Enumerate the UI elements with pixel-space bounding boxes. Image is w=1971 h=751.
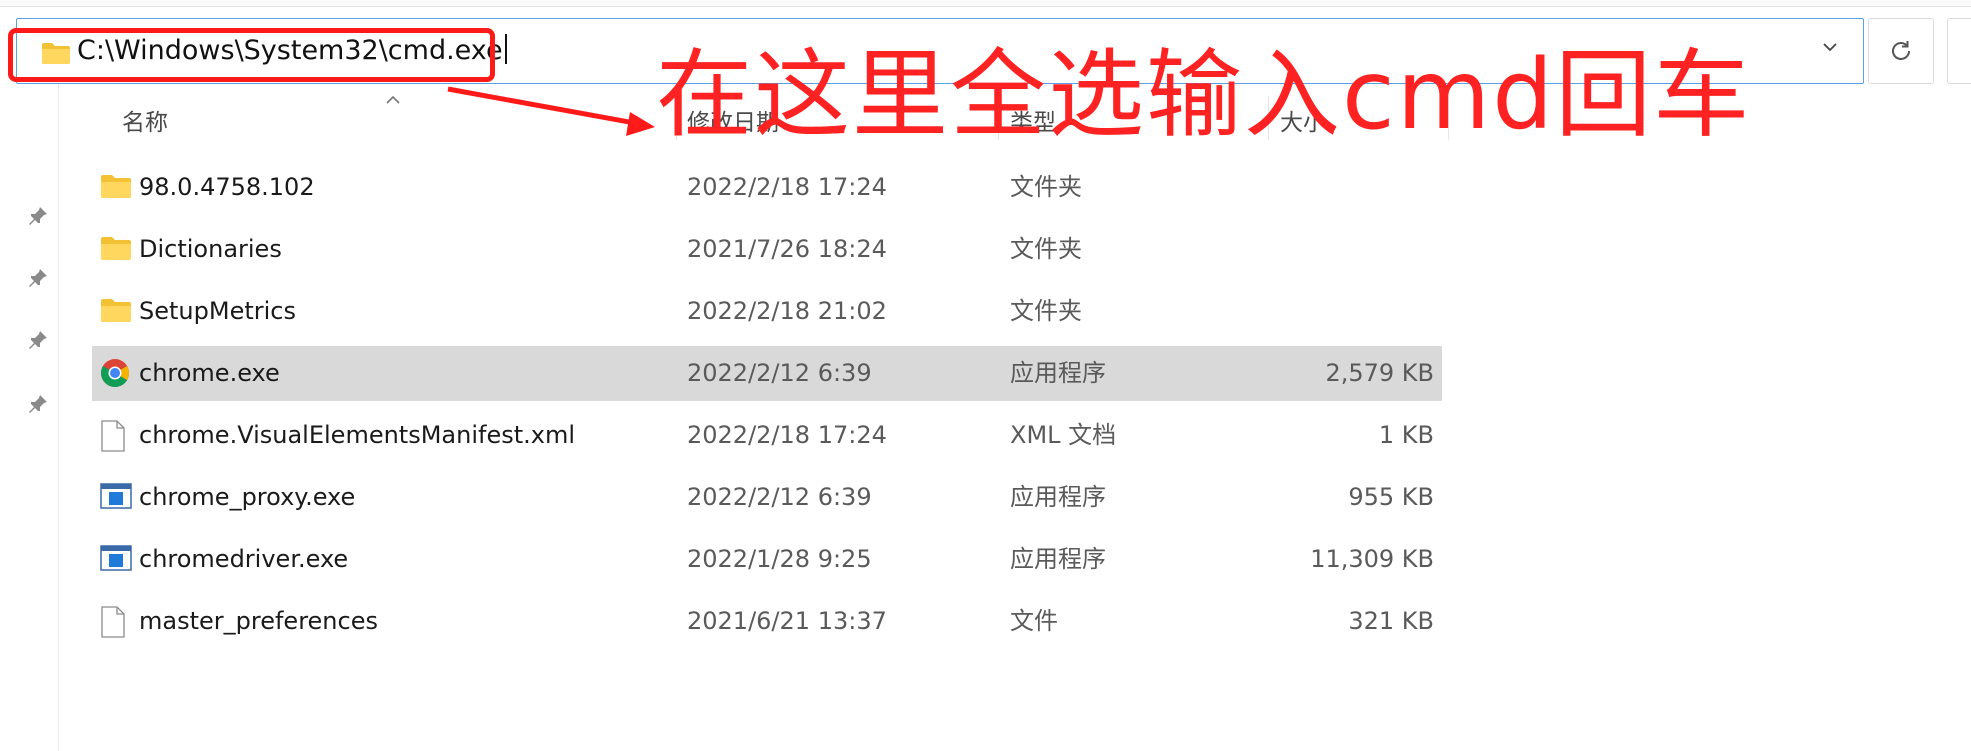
file-size: 11,309 KB bbox=[1310, 545, 1434, 573]
pin-icon[interactable] bbox=[26, 392, 50, 416]
file-modified-date: 2022/2/18 17:24 bbox=[687, 173, 887, 201]
file-row[interactable]: chrome_proxy.exe 2022/2/12 6:39 应用程序 955 KB bbox=[92, 470, 1442, 525]
file-modified-date: 2022/2/18 21:02 bbox=[687, 297, 887, 325]
file-icon bbox=[100, 420, 132, 452]
file-name: 98.0.4758.102 bbox=[139, 173, 315, 201]
file-name: chromedriver.exe bbox=[139, 545, 349, 573]
file-modified-date: 2022/2/12 6:39 bbox=[687, 359, 872, 387]
file-modified-date: 2021/7/26 18:24 bbox=[687, 235, 887, 263]
navigation-pane bbox=[0, 84, 59, 751]
file-type: 应用程序 bbox=[1010, 545, 1106, 573]
file-type: 文件夹 bbox=[1010, 297, 1082, 325]
file-row[interactable]: 98.0.4758.102 2022/2/18 17:24 文件夹 bbox=[92, 160, 1442, 215]
file-row[interactable]: chrome.VisualElementsManifest.xml 2022/2/… bbox=[92, 408, 1442, 463]
file-row[interactable]: master_preferences 2021/6/21 13:37 文件 321 K… bbox=[92, 594, 1442, 649]
chevron-down-icon[interactable] bbox=[1821, 37, 1839, 62]
file-row[interactable]: Dictionaries 2021/7/26 18:24 文件夹 bbox=[92, 222, 1442, 277]
file-name: chrome.exe bbox=[139, 359, 280, 387]
search-box-edge[interactable] bbox=[1947, 18, 1971, 84]
file-row[interactable]: chrome.exe 2022/2/12 6:39 应用程序 2,579 KB bbox=[92, 346, 1442, 401]
pin-icon[interactable] bbox=[26, 328, 50, 352]
annotation-arrow-icon bbox=[447, 86, 655, 136]
file-row[interactable]: SetupMetrics 2022/2/18 21:02 文件夹 bbox=[92, 284, 1442, 339]
folder-icon bbox=[100, 234, 132, 266]
file-type: 应用程序 bbox=[1010, 359, 1106, 387]
annotation-text: 在这里全选输入cmd回车 bbox=[656, 39, 1752, 151]
exe-icon bbox=[100, 544, 132, 576]
file-type: 文件夹 bbox=[1010, 173, 1082, 201]
file-icon bbox=[100, 606, 132, 638]
file-modified-date: 2022/1/28 9:25 bbox=[687, 545, 872, 573]
file-modified-date: 2022/2/12 6:39 bbox=[687, 483, 872, 511]
file-name: chrome.VisualElementsManifest.xml bbox=[139, 421, 576, 449]
pin-icon[interactable] bbox=[26, 266, 50, 290]
file-name: SetupMetrics bbox=[139, 297, 296, 325]
file-size: 1 KB bbox=[1378, 421, 1434, 449]
file-type: 应用程序 bbox=[1010, 483, 1106, 511]
file-row[interactable]: chromedriver.exe 2022/1/28 9:25 应用程序 11,309… bbox=[92, 532, 1442, 587]
file-name: Dictionaries bbox=[139, 235, 282, 263]
refresh-button[interactable] bbox=[1868, 18, 1934, 84]
file-size: 321 KB bbox=[1348, 607, 1434, 635]
file-name: chrome_proxy.exe bbox=[139, 483, 356, 511]
file-size: 2,579 KB bbox=[1325, 359, 1434, 387]
file-modified-date: 2021/6/21 13:37 bbox=[687, 607, 887, 635]
chrome-icon bbox=[100, 358, 132, 390]
folder-icon bbox=[100, 172, 132, 204]
refresh-icon bbox=[1892, 41, 1910, 60]
folder-icon bbox=[100, 296, 132, 328]
exe-icon bbox=[100, 482, 132, 514]
file-type: 文件 bbox=[1010, 607, 1058, 635]
file-type: 文件夹 bbox=[1010, 235, 1082, 263]
file-type: XML 文档 bbox=[1010, 421, 1117, 449]
file-size: 955 KB bbox=[1348, 483, 1434, 511]
pin-icon[interactable] bbox=[26, 204, 50, 228]
file-name: master_preferences bbox=[139, 607, 378, 635]
file-modified-date: 2022/2/18 17:24 bbox=[687, 421, 887, 449]
